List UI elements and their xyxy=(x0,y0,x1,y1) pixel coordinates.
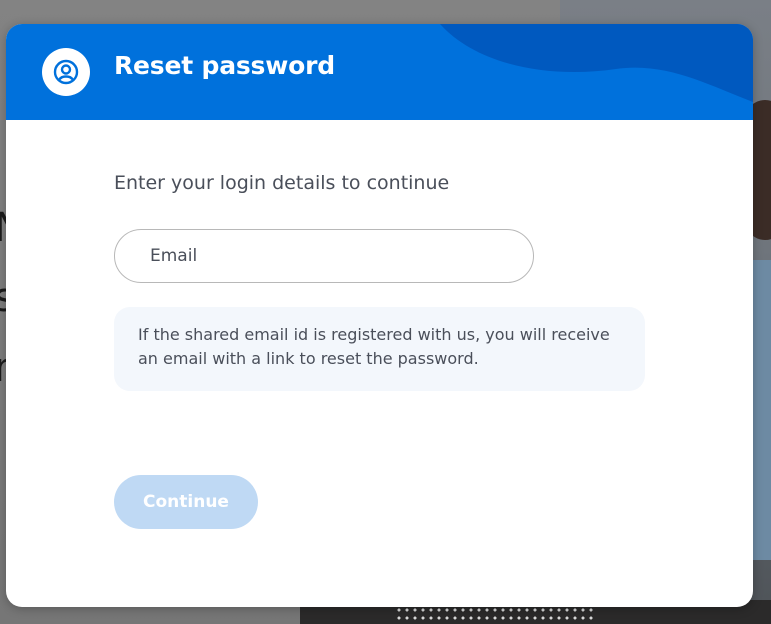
user-circle-icon xyxy=(53,59,79,85)
info-message: If the shared email id is registered wit… xyxy=(114,307,645,391)
background-photo-pattern xyxy=(395,606,595,624)
reset-password-modal: Reset password Enter your login details … xyxy=(6,24,753,607)
modal-title: Reset password xyxy=(114,51,335,80)
user-avatar xyxy=(42,48,90,96)
instructions-text: Enter your login details to continue xyxy=(114,172,450,194)
email-input[interactable] xyxy=(114,229,534,283)
continue-button[interactable]: Continue xyxy=(114,475,258,529)
modal-header: Reset password xyxy=(6,24,753,120)
